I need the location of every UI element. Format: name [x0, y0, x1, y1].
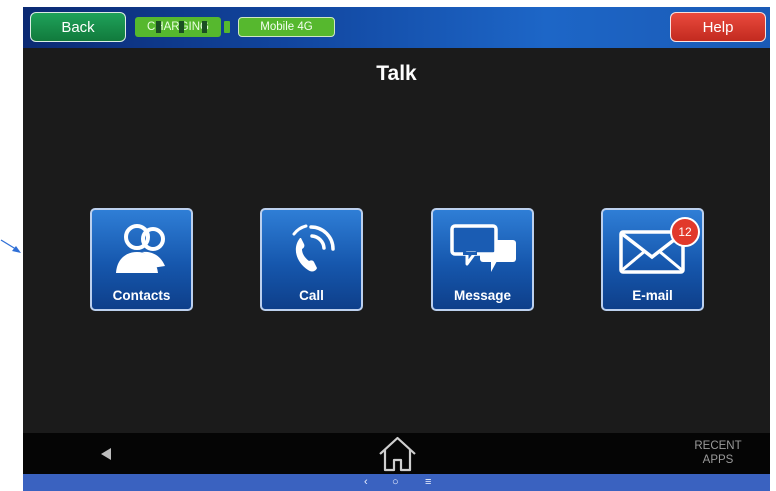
- tile-label: Call: [299, 288, 324, 303]
- charging-status: CHARGING: [135, 17, 221, 37]
- top-bar: Back CHARGING Mobile 4G Help: [23, 7, 770, 48]
- back-triangle-icon[interactable]: [100, 447, 112, 461]
- message-icon: [450, 224, 516, 272]
- tile-label: Contacts: [112, 288, 171, 303]
- device-screen: Back CHARGING Mobile 4G Help Talk Contac…: [23, 7, 770, 491]
- page-title: Talk: [376, 62, 417, 85]
- network-status: Mobile 4G: [238, 17, 335, 37]
- battery-segment-divider: [202, 21, 207, 33]
- back-button[interactable]: Back: [30, 12, 126, 42]
- email-tile[interactable]: 12 E-mail: [601, 208, 704, 311]
- battery-segment-divider: [156, 21, 161, 33]
- message-tile[interactable]: Message: [431, 208, 534, 311]
- recent-apps-button[interactable]: RECENT APPS: [683, 439, 753, 467]
- call-tile[interactable]: Call: [260, 208, 363, 311]
- system-back-icon[interactable]: ‹: [364, 476, 368, 489]
- tile-label: E-mail: [632, 288, 673, 303]
- system-nav-bar: ‹ ○ ≡: [23, 474, 770, 491]
- help-button[interactable]: Help: [670, 12, 766, 42]
- recent-apps-label-line2: APPS: [702, 454, 734, 466]
- bottom-nav-bar: RECENT APPS: [23, 433, 770, 474]
- home-icon[interactable]: [376, 435, 419, 473]
- contacts-icon: [116, 224, 165, 273]
- battery-segment-divider: [179, 21, 184, 33]
- system-menu-icon[interactable]: ≡: [425, 476, 431, 489]
- recent-apps-label-line1: RECENT: [694, 440, 742, 452]
- system-home-icon[interactable]: ○: [392, 476, 399, 489]
- unread-count-badge: 12: [670, 217, 700, 247]
- contacts-tile[interactable]: Contacts: [90, 208, 193, 311]
- tile-label: Message: [453, 288, 512, 303]
- phone-icon: [292, 224, 335, 272]
- battery-tip-icon: [224, 21, 230, 33]
